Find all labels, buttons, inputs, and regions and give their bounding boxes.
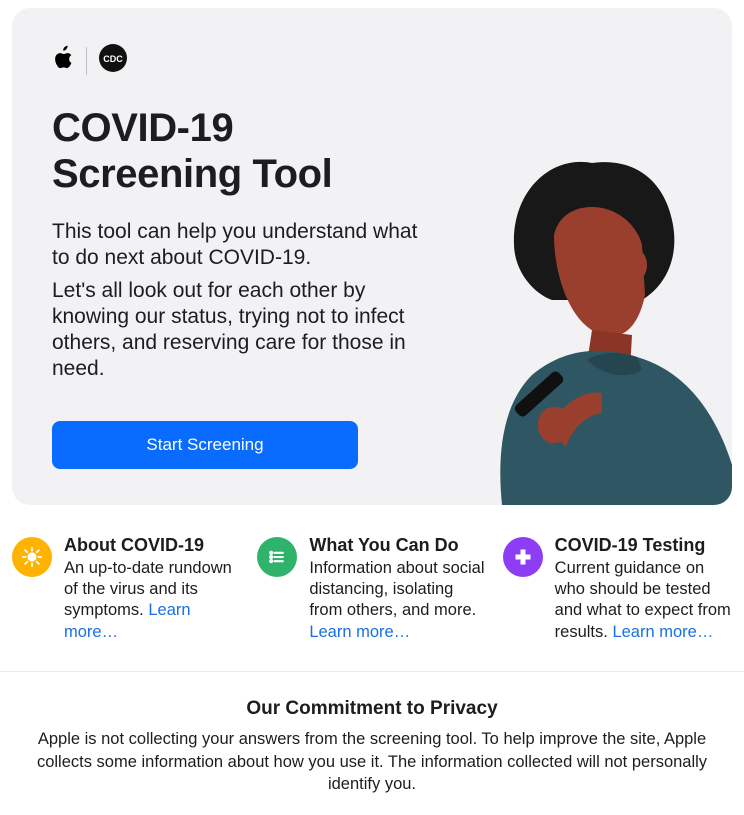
- logo-row: CDC: [52, 44, 732, 77]
- features-row: About COVID-19 An up-to-date rundown of …: [0, 505, 744, 673]
- feature-testing: COVID-19 Testing Current guidance on who…: [503, 535, 732, 644]
- hero-section: CDC COVID-19 Screening Tool This tool ca…: [12, 8, 732, 505]
- feature-text: Current guidance on who should be tested…: [555, 558, 732, 644]
- virus-icon: [12, 537, 52, 577]
- hero-description-1: This tool can help you understand what t…: [52, 219, 432, 272]
- apple-logo-icon: [52, 45, 74, 76]
- privacy-body: Apple is not collecting your answers fro…: [24, 728, 720, 795]
- feature-title: COVID-19 Testing: [555, 535, 732, 556]
- feature-about: About COVID-19 An up-to-date rundown of …: [12, 535, 241, 644]
- feature-what-you-can-do: What You Can Do Information about social…: [257, 535, 486, 644]
- feature-title: About COVID-19: [64, 535, 241, 556]
- medical-cross-icon: [503, 537, 543, 577]
- learn-more-link[interactable]: Learn more…: [309, 623, 410, 641]
- feature-title: What You Can Do: [309, 535, 486, 556]
- list-icon: [257, 537, 297, 577]
- person-with-phone-illustration: [442, 135, 732, 505]
- privacy-title: Our Commitment to Privacy: [24, 698, 720, 720]
- privacy-section: Our Commitment to Privacy Apple is not c…: [0, 672, 744, 815]
- cdc-logo-icon: CDC: [99, 44, 127, 77]
- feature-text: An up-to-date rundown of the virus and i…: [64, 558, 241, 644]
- page-title: COVID-19 Screening Tool: [52, 105, 452, 197]
- hero-description-2: Let's all look out for each other by kno…: [52, 278, 432, 383]
- svg-text:CDC: CDC: [103, 54, 123, 64]
- learn-more-link[interactable]: Learn more…: [612, 623, 713, 641]
- feature-text: Information about social distancing, iso…: [309, 558, 486, 644]
- start-screening-button[interactable]: Start Screening: [52, 421, 358, 469]
- logo-divider: [86, 47, 87, 75]
